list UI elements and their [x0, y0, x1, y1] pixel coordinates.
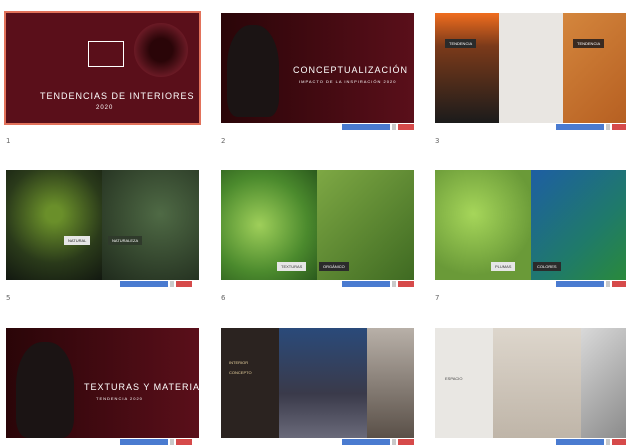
- tile-label: ESPACIO: [445, 376, 463, 381]
- interior-photo-blue: [279, 328, 367, 438]
- slide-title: TENDENCIAS DE INTERIORES: [40, 91, 195, 101]
- slide-thumbnail-2[interactable]: CONCEPTUALIZACIÓN IMPACTO DE LA INSPIRAC…: [221, 13, 414, 123]
- leaves-photo: [102, 170, 199, 280]
- slide-number: 6: [221, 294, 226, 302]
- slide-title: CONCEPTUALIZACIÓN: [293, 65, 409, 75]
- slide-actions[interactable]: [556, 281, 626, 287]
- slide-actions[interactable]: [342, 124, 414, 130]
- slide-subtitle: TENDENCIA 2020: [96, 396, 143, 401]
- shelf-photo: [367, 328, 414, 438]
- slide-thumbnail-9[interactable]: ESPACIO: [435, 328, 626, 438]
- slide-thumbnail-3[interactable]: TENDENCIA TENDENCIA: [435, 13, 626, 123]
- tile-label: CONCEPTO: [229, 370, 252, 375]
- texture-panel-wood: [563, 13, 626, 123]
- dark-text-panel: [221, 328, 279, 438]
- tile-label: NATURALEZA: [108, 236, 143, 245]
- slide-thumbnail-1[interactable]: TENDENCIAS DE INTERIORES 2020: [4, 11, 201, 125]
- slide-subtitle: IMPACTO DE LA INSPIRACIÓN 2020: [299, 79, 397, 84]
- slide-subtitle: 2020: [96, 105, 114, 111]
- slide-thumbnail-8[interactable]: INTERIOR CONCEPTO: [221, 328, 414, 438]
- slide-number: 5: [6, 294, 11, 302]
- slide-thumbnail-5[interactable]: TEXTURAS ORGÁNICO: [221, 170, 414, 280]
- tile-label: INTERIOR: [229, 360, 249, 365]
- slide-title: TEXTURAS Y MATERIALES: [84, 382, 199, 392]
- slide-thumbnail-7[interactable]: TEXTURAS Y MATERIALES TENDENCIA 2020: [6, 328, 199, 438]
- globe-icon: [134, 23, 188, 77]
- hummingbird-photo: [435, 170, 531, 280]
- texture-panel-dark: [435, 13, 499, 123]
- slide-number: 3: [435, 137, 440, 145]
- slide-thumbnail-6[interactable]: PLUMAS COLORES: [435, 170, 626, 280]
- slide-actions[interactable]: [556, 124, 626, 130]
- slide-thumbnail-4[interactable]: NATURAL NATURALEZA: [6, 170, 199, 280]
- accent-photo: [581, 328, 626, 438]
- tile-label: ORGÁNICO: [319, 262, 349, 271]
- tile-label: TENDENCIA: [573, 39, 605, 48]
- logo-icon: [88, 41, 124, 67]
- texture-panel-light: [499, 13, 563, 123]
- slide-actions[interactable]: [120, 281, 192, 287]
- tile-label: COLORES: [533, 262, 561, 271]
- slide-actions[interactable]: [342, 439, 414, 445]
- bird-photo: [6, 170, 102, 280]
- slide-number: 2: [221, 137, 226, 145]
- tile-label: TEXTURAS: [277, 262, 307, 271]
- tile-label: PLUMAS: [491, 262, 516, 271]
- slide-actions[interactable]: [556, 439, 626, 445]
- slide-number: 7: [435, 294, 440, 302]
- living-room-photo: [493, 328, 581, 438]
- light-text-panel: [435, 328, 493, 438]
- slide-number: 1: [6, 137, 11, 145]
- slide-actions[interactable]: [120, 439, 192, 445]
- tile-label: TENDENCIA: [445, 39, 477, 48]
- vase-image: [227, 25, 279, 117]
- slide-actions[interactable]: [342, 281, 414, 287]
- tile-label: NATURAL: [64, 236, 91, 245]
- vase-image: [16, 342, 74, 438]
